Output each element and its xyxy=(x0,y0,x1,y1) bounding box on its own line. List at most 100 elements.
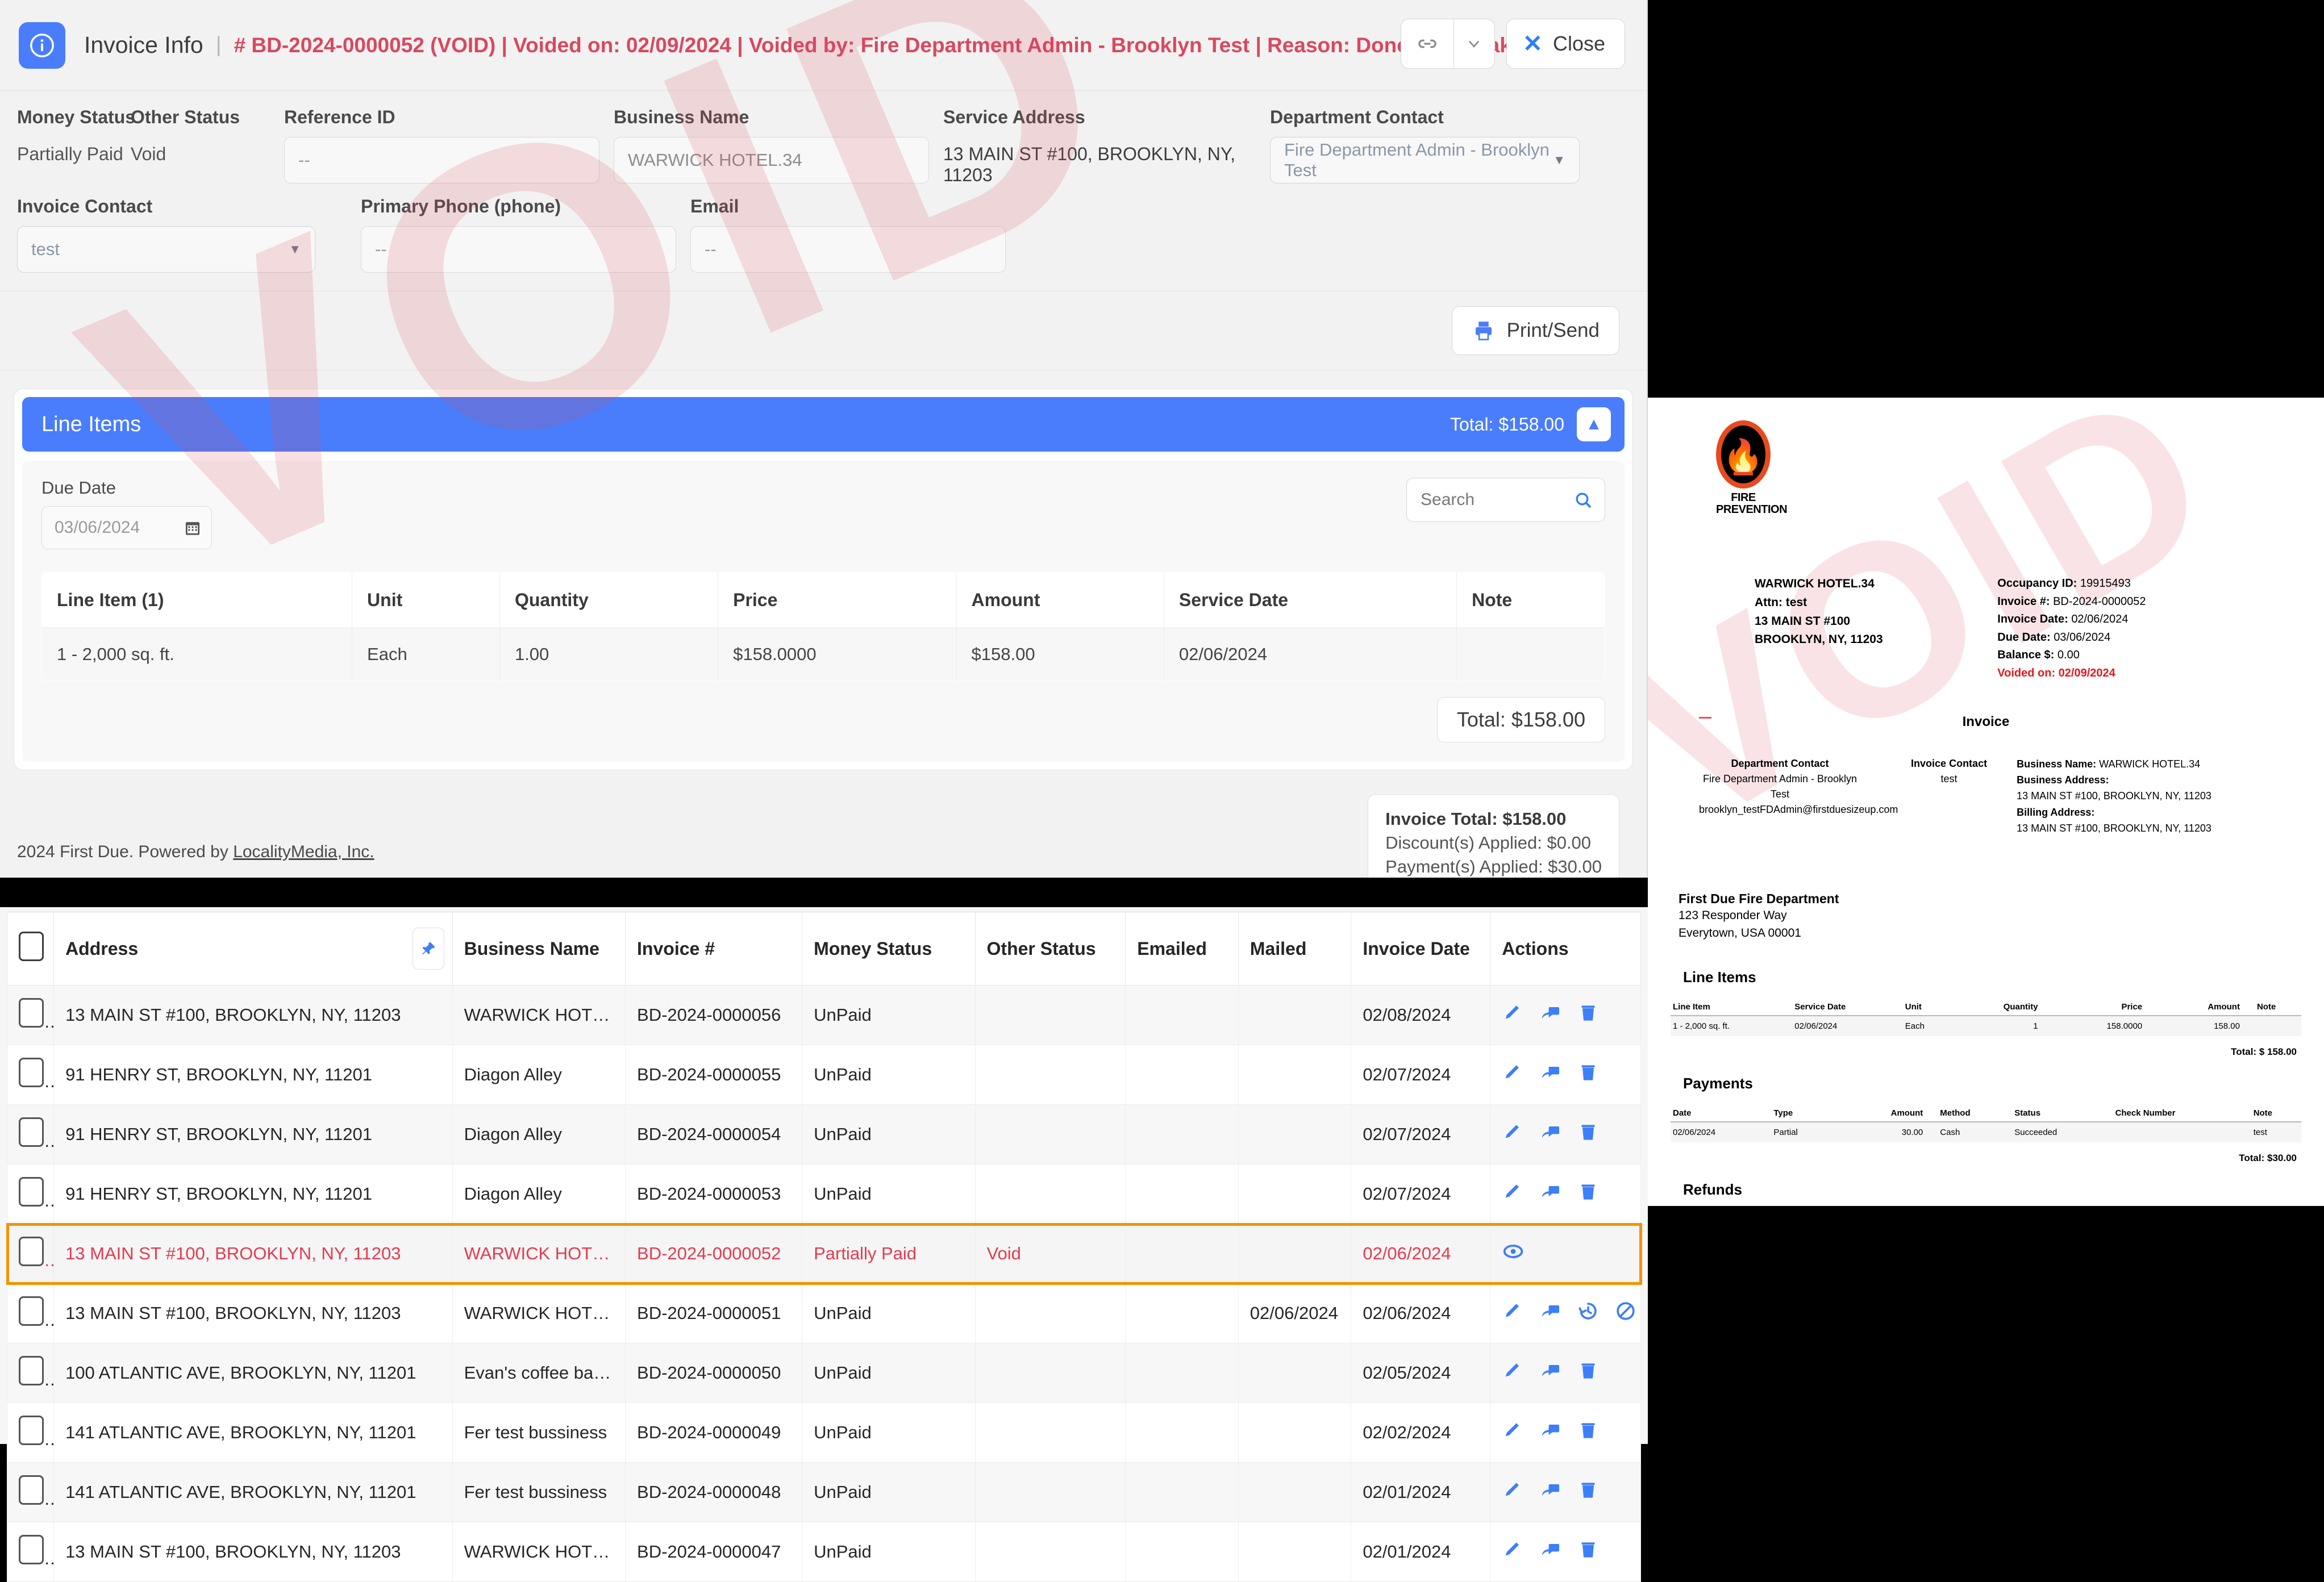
print-send-button[interactable]: Print/Send xyxy=(1451,306,1619,355)
edit-icon[interactable] xyxy=(1502,1001,1525,1029)
share-icon[interactable] xyxy=(1539,1001,1562,1029)
grid-col-address[interactable]: Address xyxy=(53,912,453,986)
table-row[interactable]: 141 ATLANTIC AVE, BROOKLYN, NY, 11201 Fer… xyxy=(6,1402,1641,1463)
preview-col-2: Unit xyxy=(1902,998,1951,1016)
row-checkbox-cell[interactable] xyxy=(6,1402,55,1463)
share-icon[interactable] xyxy=(1539,1180,1562,1208)
trash-icon[interactable] xyxy=(1577,1121,1600,1148)
contacts-row: Department Contact Fire Department Admin… xyxy=(1671,756,2301,837)
row-checkbox[interactable] xyxy=(19,1296,44,1326)
grid-col-emailed[interactable]: Emailed xyxy=(1125,912,1239,986)
table-row[interactable]: 13 MAIN ST #100, BROOKLYN, NY, 11203 WARW… xyxy=(6,985,1641,1045)
trash-icon[interactable] xyxy=(1577,1180,1600,1208)
row-checkbox[interactable] xyxy=(19,1058,44,1087)
grid-col-invoice-date[interactable]: Invoice Date xyxy=(1351,912,1491,986)
edit-icon[interactable] xyxy=(1502,1300,1525,1327)
row-checkbox[interactable] xyxy=(19,1535,44,1564)
row-checkbox-cell[interactable] xyxy=(6,1522,55,1582)
row-checkbox-cell[interactable] xyxy=(6,1104,55,1164)
row-checkbox-cell[interactable] xyxy=(6,1045,55,1105)
link-button-group[interactable] xyxy=(1400,19,1495,69)
share-icon[interactable] xyxy=(1539,1538,1562,1566)
field-other-status: Other Status Void xyxy=(131,107,284,186)
collapse-toggle-button[interactable]: ▲ xyxy=(1577,407,1611,441)
row-checkbox-cell[interactable] xyxy=(6,1343,55,1403)
line-item-amount: $158.00 xyxy=(956,628,1164,681)
due-date-input[interactable]: 03/06/2024 xyxy=(41,506,212,549)
eye-icon[interactable] xyxy=(1502,1240,1525,1267)
preview-col-1: Type xyxy=(1771,1104,1833,1122)
chevron-down-icon[interactable] xyxy=(1453,19,1494,68)
row-checkbox-cell[interactable] xyxy=(6,1224,55,1284)
row-checkbox-cell[interactable] xyxy=(6,1164,55,1224)
table-row[interactable]: 13 MAIN ST #100, BROOKLYN, NY, 11203 WARW… xyxy=(6,1283,1641,1343)
row-checkbox[interactable] xyxy=(19,1416,44,1445)
grid-col-other-status[interactable]: Other Status xyxy=(974,912,1126,986)
grid-col-actions[interactable]: Actions xyxy=(1490,912,1641,986)
search-input[interactable]: Search xyxy=(1406,478,1605,522)
trash-icon[interactable] xyxy=(1577,1359,1600,1387)
grid-col-business-name[interactable]: Business Name xyxy=(452,912,626,986)
edit-icon[interactable] xyxy=(1502,1479,1525,1506)
history-icon[interactable] xyxy=(1577,1300,1600,1327)
share-icon[interactable] xyxy=(1539,1419,1562,1446)
share-icon[interactable] xyxy=(1539,1061,1562,1088)
trash-icon[interactable] xyxy=(1577,1538,1600,1566)
void-icon[interactable] xyxy=(1614,1300,1637,1327)
cell-other-status xyxy=(974,1283,1126,1343)
row-checkbox[interactable] xyxy=(19,998,44,1028)
share-icon[interactable] xyxy=(1539,1121,1562,1148)
table-row[interactable]: 141 ATLANTIC AVE, BROOKLYN, NY, 11201 Fer… xyxy=(6,1462,1641,1522)
preview-cell-service_date: 02/06/2024 xyxy=(1792,1015,1903,1036)
business-name-input[interactable]: WARWICK HOTEL.34 xyxy=(614,137,929,183)
trash-icon[interactable] xyxy=(1577,1419,1600,1446)
share-icon[interactable] xyxy=(1539,1300,1562,1327)
row-checkbox-cell[interactable] xyxy=(6,1283,55,1343)
edit-icon[interactable] xyxy=(1502,1359,1525,1387)
trash-icon[interactable] xyxy=(1577,1479,1600,1506)
table-row[interactable]: 91 HENRY ST, BROOKLYN, NY, 11201 Diagon A… xyxy=(6,1104,1641,1164)
search-placeholder: Search xyxy=(1421,490,1475,509)
department-contact-select[interactable]: Fire Department Admin - Brooklyn Test ▼ xyxy=(1270,137,1580,183)
cell-emailed xyxy=(1125,1402,1239,1463)
edit-icon[interactable] xyxy=(1502,1180,1525,1208)
invoice-contact-select[interactable]: test ▼ xyxy=(17,226,315,273)
trash-icon[interactable] xyxy=(1577,1001,1600,1029)
row-checkbox-cell[interactable] xyxy=(6,1462,55,1522)
grid-col-mailed[interactable]: Mailed xyxy=(1238,912,1352,986)
line-item-note xyxy=(1456,628,1605,681)
table-row[interactable]: 13 MAIN ST #100, BROOKLYN, NY, 11203 WARW… xyxy=(6,1222,1642,1285)
table-row[interactable]: 91 HENRY ST, BROOKLYN, NY, 11201 Diagon A… xyxy=(6,1045,1641,1105)
row-checkbox[interactable] xyxy=(19,1117,44,1147)
row-checkbox[interactable] xyxy=(19,1177,44,1207)
row-checkbox-cell[interactable] xyxy=(6,985,55,1045)
grid-col-invoice[interactable]: Invoice # xyxy=(625,912,803,986)
select-all-header[interactable] xyxy=(6,912,55,986)
edit-icon[interactable] xyxy=(1502,1121,1525,1148)
reference-id-input[interactable]: -- xyxy=(284,137,599,183)
edit-icon[interactable] xyxy=(1502,1061,1525,1088)
share-icon[interactable] xyxy=(1539,1479,1562,1506)
grid-col-money-status[interactable]: Money Status xyxy=(802,912,976,986)
panel-divider xyxy=(0,878,1648,907)
row-checkbox[interactable] xyxy=(19,1475,44,1505)
share-icon[interactable] xyxy=(1539,1359,1562,1387)
localitymedia-link[interactable]: LocalityMedia, Inc. xyxy=(233,842,374,861)
copy-link-icon[interactable] xyxy=(1401,19,1453,68)
row-checkbox[interactable] xyxy=(19,1356,44,1385)
table-row[interactable]: 91 HENRY ST, BROOKLYN, NY, 11201 Diagon A… xyxy=(6,1164,1641,1224)
cell-business-name: Fer test bussiness xyxy=(452,1402,626,1463)
table-row[interactable]: 13 MAIN ST #100, BROOKLYN, NY, 11203 WARW… xyxy=(6,1522,1641,1582)
edit-icon[interactable] xyxy=(1502,1538,1525,1566)
pin-column-button[interactable] xyxy=(412,928,444,970)
trash-icon[interactable] xyxy=(1577,1061,1600,1088)
primary-phone-input[interactable]: -- xyxy=(361,226,676,273)
email-input[interactable]: -- xyxy=(690,226,1006,273)
money-status-value: Partially Paid xyxy=(17,144,123,164)
cell-mailed xyxy=(1238,1164,1352,1224)
select-all-checkbox[interactable] xyxy=(19,932,44,961)
table-row[interactable]: 100 ATLANTIC AVE, BROOKLYN, NY, 11201 Eva… xyxy=(6,1343,1641,1403)
row-checkbox[interactable] xyxy=(19,1237,44,1266)
edit-icon[interactable] xyxy=(1502,1419,1525,1446)
close-button[interactable]: ✕ Close xyxy=(1506,19,1625,69)
